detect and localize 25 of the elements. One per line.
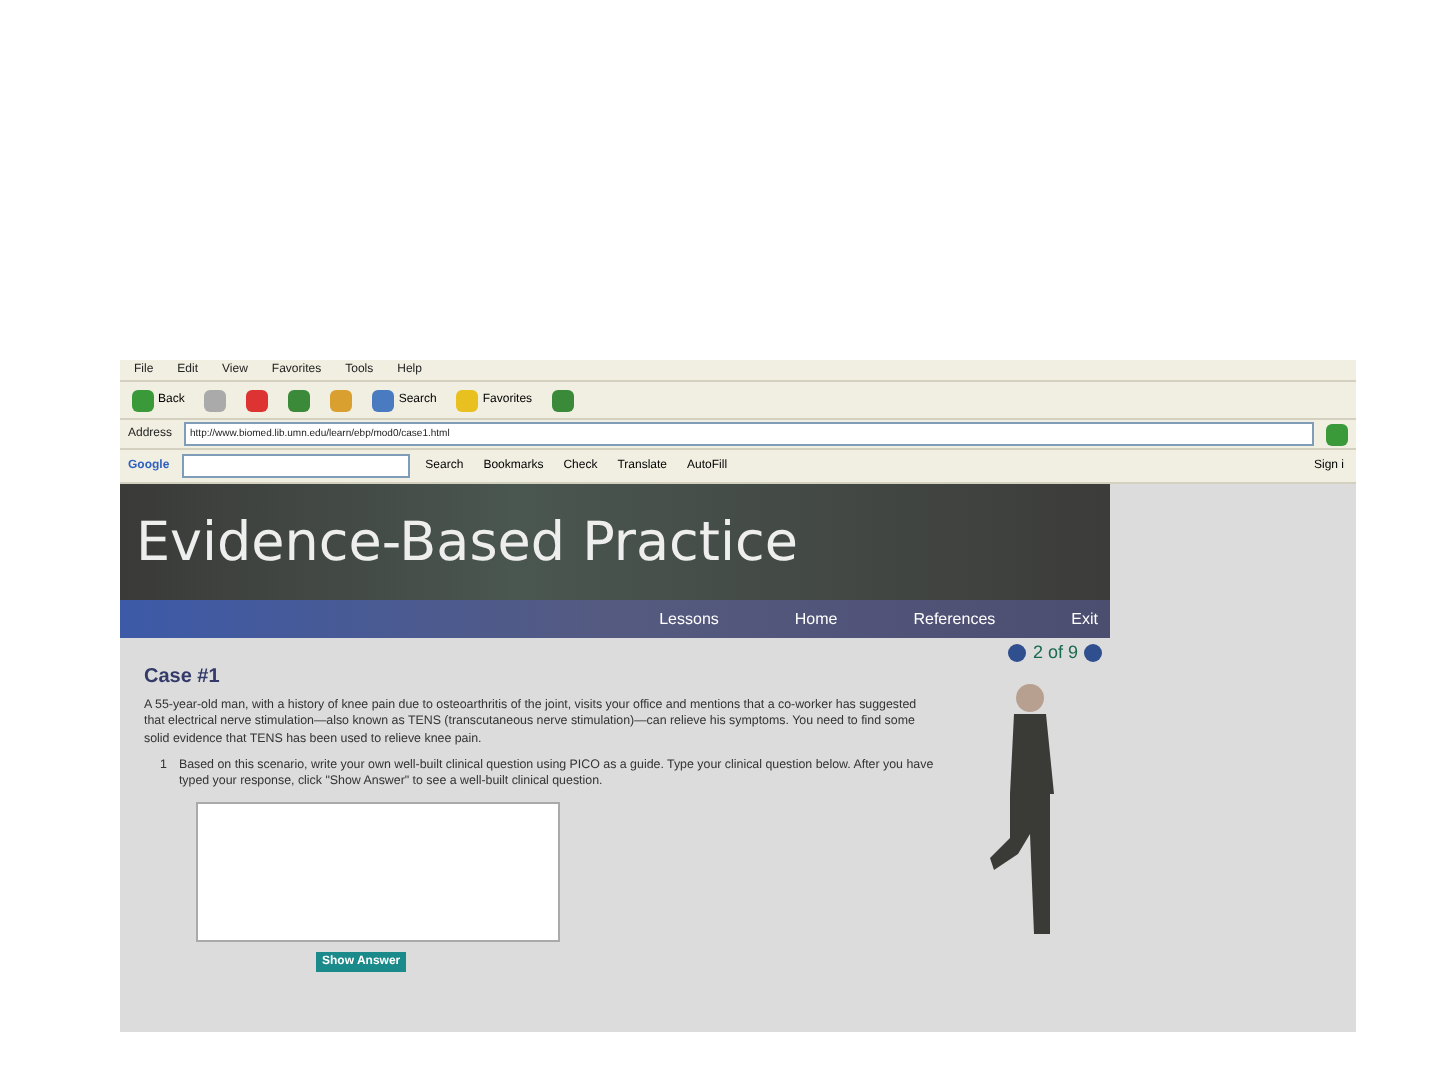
previous-button[interactable] bbox=[1008, 643, 1027, 661]
toolbar-icon bbox=[246, 389, 269, 411]
history-button[interactable] bbox=[548, 384, 579, 416]
toolbar-icon bbox=[552, 389, 575, 411]
toolbar-icon bbox=[456, 389, 479, 411]
forward-button[interactable] bbox=[200, 384, 231, 416]
answer-box[interactable] bbox=[196, 801, 560, 942]
toolbar-icon bbox=[330, 389, 353, 411]
refresh-button[interactable] bbox=[284, 384, 315, 416]
toolbar-icon bbox=[204, 389, 227, 411]
nav-link[interactable]: References bbox=[913, 610, 996, 628]
nav-link[interactable]: Lessons bbox=[659, 610, 719, 628]
toolbar-icon bbox=[288, 389, 311, 411]
home-button[interactable] bbox=[326, 384, 357, 416]
next-button[interactable] bbox=[1084, 643, 1102, 661]
search-field[interactable] bbox=[181, 454, 410, 478]
case-title: Case #1 bbox=[144, 666, 222, 688]
go-icon[interactable] bbox=[1326, 423, 1348, 445]
toolbar-icon bbox=[132, 389, 154, 411]
nav-link[interactable]: Home bbox=[794, 610, 838, 628]
nav-link[interactable]: Exit bbox=[1071, 610, 1098, 628]
stop-button[interactable] bbox=[242, 384, 273, 416]
page-counter: 2 of 9 bbox=[1032, 642, 1078, 662]
site-banner: Evidence-Based Practice bbox=[120, 484, 1110, 600]
search-icon bbox=[372, 389, 395, 411]
